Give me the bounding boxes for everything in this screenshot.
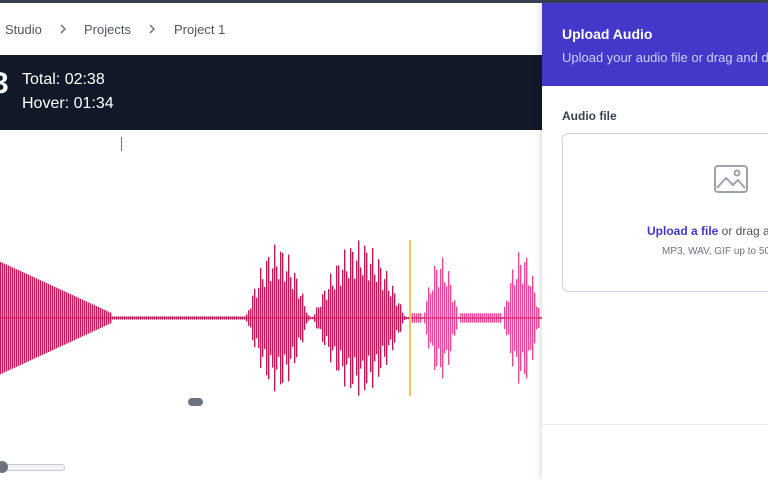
breadcrumb: Studio Projects Project 1 bbox=[0, 3, 542, 55]
breadcrumb-projects[interactable]: Projects bbox=[84, 22, 131, 37]
zoom-slider-track[interactable] bbox=[0, 464, 65, 471]
playhead bbox=[409, 240, 411, 396]
total-duration: Total: 02:38 bbox=[22, 71, 105, 88]
chevron-right-icon bbox=[60, 24, 67, 34]
waveform-scrollbar-thumb[interactable] bbox=[188, 398, 203, 406]
upload-file-link[interactable]: Upload a file bbox=[647, 224, 718, 238]
audio-file-label: Audio file bbox=[562, 109, 617, 123]
upload-panel: Upload Audio Upload your audio file or d… bbox=[542, 3, 768, 480]
zoom-slider-handle[interactable] bbox=[0, 461, 8, 473]
file-dropzone[interactable]: Upload a file or drag and drop MP3, WAV,… bbox=[562, 133, 768, 292]
upload-instructions: Upload a file or drag and drop bbox=[647, 224, 768, 238]
panel-subtitle: Upload your audio file or drag and drop bbox=[562, 50, 768, 65]
breadcrumb-studio[interactable]: Studio bbox=[5, 22, 42, 37]
image-icon bbox=[714, 165, 748, 193]
upload-panel-header: Upload Audio Upload your audio file or d… bbox=[542, 3, 768, 86]
panel-title: Upload Audio bbox=[562, 26, 653, 42]
upload-file-hint: MP3, WAV, GIF up to 50MB bbox=[662, 246, 768, 257]
waveform[interactable] bbox=[0, 130, 542, 410]
chevron-right-icon bbox=[149, 24, 156, 34]
panel-divider bbox=[542, 424, 768, 425]
info-glyph: 3 bbox=[0, 67, 9, 100]
drag-drop-text: or drag and drop bbox=[721, 224, 768, 238]
hover-time: Hover: 01:34 bbox=[22, 95, 114, 112]
breadcrumb-project-1[interactable]: Project 1 bbox=[174, 22, 225, 37]
info-bar: 3 Total: 02:38 Hover: 01:34 bbox=[0, 55, 542, 130]
